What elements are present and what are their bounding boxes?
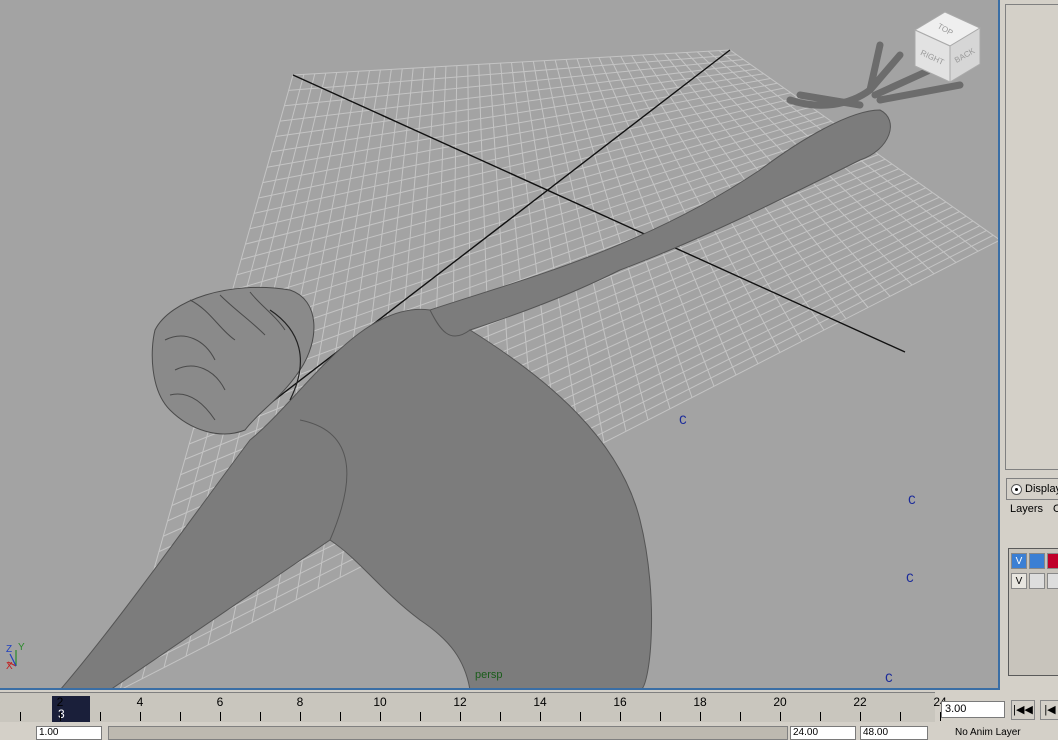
timeline-tick — [460, 712, 461, 721]
go-to-start-button[interactable]: |◀◀ — [1011, 700, 1035, 720]
timeline-tick — [100, 712, 101, 721]
timeline-tick — [300, 712, 301, 721]
timeline-tick-label: 10 — [373, 695, 387, 709]
axis-y-label: Y — [18, 642, 25, 653]
curve-marker[interactable]: C — [885, 671, 893, 686]
timeline-tick — [180, 712, 181, 721]
timeline-tick — [140, 712, 141, 721]
timeline-tick-label: 8 — [296, 695, 304, 709]
axis-gizmo: Z Y X — [6, 642, 25, 672]
timeline-tick — [420, 712, 421, 721]
timeline-tick — [60, 712, 61, 721]
step-back-key-button[interactable]: |◀ — [1040, 700, 1058, 720]
timeline-tick-label: 12 — [453, 695, 467, 709]
timeline-tick — [780, 712, 781, 721]
current-time-field[interactable]: 3.00 — [941, 701, 1005, 718]
timeline-tick-label: 6 — [216, 695, 224, 709]
timeline-tick — [500, 712, 501, 721]
timeline-tick — [820, 712, 821, 721]
range-slider-bar: 1.00 24.00 48.00 — [0, 722, 1058, 740]
timeline-tick — [540, 712, 541, 721]
layers-menu[interactable]: Layers — [1010, 503, 1043, 515]
timeline-tick — [260, 712, 261, 721]
timeline-tick — [20, 712, 21, 721]
timeline-tick — [860, 712, 861, 721]
layer-playback-toggle[interactable] — [1029, 573, 1045, 589]
layer-color-swatch[interactable] — [1047, 553, 1058, 569]
perspective-viewport[interactable]: TOP RIGHT BACK Z Y X C C C C persp — [0, 0, 1000, 690]
layer-playback-toggle[interactable] — [1029, 553, 1045, 569]
display-radio[interactable] — [1011, 484, 1022, 495]
axis-z-label: Z — [6, 644, 12, 655]
options-menu[interactable]: O — [1053, 503, 1058, 515]
camera-name-label: persp — [475, 669, 503, 681]
layer-visibility-toggle[interactable]: V — [1011, 553, 1027, 569]
range-start-field[interactable]: 1.00 — [36, 726, 102, 740]
anim-layer-label: No Anim Layer — [955, 727, 1021, 738]
timeline-tick — [620, 712, 621, 721]
timeline-tick — [340, 712, 341, 721]
scene-canvas[interactable]: TOP RIGHT BACK Z Y X — [0, 0, 1000, 690]
timeline-tick — [740, 712, 741, 721]
timeline-tick — [660, 712, 661, 721]
range-max-field[interactable]: 48.00 — [860, 726, 928, 740]
range-end-field[interactable]: 24.00 — [790, 726, 856, 740]
time-slider[interactable]: 3 2 4 6 8 10 12 14 16 18 20 22 24 — [0, 692, 947, 723]
display-label: Display — [1025, 483, 1058, 495]
layer-row[interactable]: V — [1011, 573, 1058, 589]
curve-marker[interactable]: C — [679, 413, 687, 428]
timeline-tick — [580, 712, 581, 721]
timeline-tick-label: 16 — [613, 695, 627, 709]
curve-marker[interactable]: C — [908, 493, 916, 508]
timeline-tick-label: 20 — [773, 695, 787, 709]
channel-box[interactable] — [1005, 4, 1058, 470]
timeline-tick — [900, 712, 901, 721]
axis-x-label: X — [6, 661, 13, 672]
curve-marker[interactable]: C — [906, 571, 914, 586]
layer-color-swatch[interactable] — [1047, 573, 1058, 589]
timeline-tick-label: 14 — [533, 695, 547, 709]
timeline-tick-label: 4 — [136, 695, 144, 709]
timeline-tick-label: 18 — [693, 695, 707, 709]
display-radio-row[interactable]: Display — [1006, 478, 1058, 500]
layer-list[interactable]: V V — [1008, 548, 1058, 676]
timeline-tick — [380, 712, 381, 721]
layers-menu-bar: Layers O — [1006, 502, 1058, 518]
current-frame-label: 3 — [58, 707, 65, 721]
timeline-tick — [220, 712, 221, 721]
timeline-tick-label: 22 — [853, 695, 867, 709]
character-model[interactable] — [60, 41, 964, 690]
right-panel: Display Layers O V V — [1002, 0, 1058, 690]
layer-visibility-toggle[interactable]: V — [1011, 573, 1027, 589]
range-slider[interactable] — [108, 726, 788, 740]
layer-row[interactable]: V — [1011, 553, 1058, 569]
timeline-tick-label: 2 — [56, 695, 64, 709]
timeline-tick — [700, 712, 701, 721]
